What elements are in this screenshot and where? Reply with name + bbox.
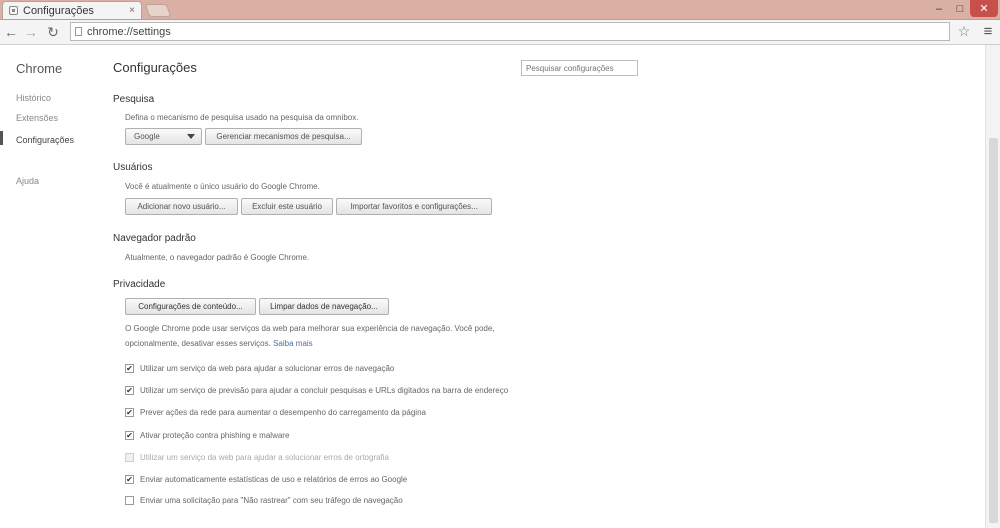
checkbox[interactable]: ✔: [125, 408, 134, 417]
search-section-description: Defina o mecanismo de pesquisa usado na …: [125, 113, 359, 122]
privacy-section-title: Privacidade: [113, 279, 166, 290]
privacy-option-do-not-track[interactable]: Enviar uma solicitação para "Não rastrea…: [125, 496, 403, 505]
scrollbar-thumb[interactable]: [989, 138, 998, 523]
delete-user-button[interactable]: Excluir este usuário: [241, 198, 333, 215]
add-user-button[interactable]: Adicionar novo usuário...: [125, 198, 238, 215]
search-engine-select[interactable]: Google: [125, 128, 202, 145]
checkbox[interactable]: ✔: [125, 386, 134, 395]
checkbox-label: Utilizar um serviço de previsão para aju…: [140, 386, 509, 395]
search-settings-input[interactable]: [521, 60, 638, 76]
clear-browsing-data-button[interactable]: Limpar dados de navegação...: [259, 298, 389, 315]
checkbox: [125, 453, 134, 462]
settings-main: Configurações Pesquisa Defina o mecanism…: [0, 0, 985, 528]
privacy-description-line1: O Google Chrome pode usar serviços da we…: [125, 324, 495, 333]
checkbox[interactable]: ✔: [125, 364, 134, 373]
search-section-title: Pesquisa: [113, 94, 155, 105]
learn-more-link[interactable]: Saiba mais: [273, 339, 313, 348]
users-section-description: Você é atualmente o único usuário do Goo…: [125, 182, 320, 191]
privacy-option-prediction[interactable]: ✔ Utilizar um serviço de previsão para a…: [125, 386, 508, 395]
checkbox-label: Enviar uma solicitação para "Não rastrea…: [140, 496, 403, 505]
users-section-title: Usuários: [113, 162, 153, 173]
dropdown-caret-icon: [187, 134, 195, 139]
privacy-option-phishing[interactable]: ✔ Ativar proteção contra phishing e malw…: [125, 431, 289, 440]
default-browser-section-title: Navegador padrão: [113, 233, 196, 244]
search-engine-selected: Google: [134, 132, 160, 141]
manage-search-engines-button[interactable]: Gerenciar mecanismos de pesquisa...: [205, 128, 362, 145]
default-browser-description: Atualmente, o navegador padrão é Google …: [125, 253, 310, 262]
checkbox-label: Utilizar um serviço da web para ajudar a…: [140, 453, 390, 462]
checkbox-label: Utilizar um serviço da web para ajudar a…: [140, 364, 395, 373]
privacy-option-spelling: Utilizar um serviço da web para ajudar a…: [125, 453, 389, 462]
privacy-option-usage-stats[interactable]: ✔ Enviar automaticamente estatísticas de…: [125, 475, 407, 484]
page-title: Configurações: [113, 60, 197, 75]
import-bookmarks-button[interactable]: Importar favoritos e configurações...: [336, 198, 492, 215]
checkbox-label: Ativar proteção contra phishing e malwar…: [140, 431, 290, 440]
privacy-description-text: opcionalmente, desativar esses serviços.: [125, 339, 271, 348]
checkbox-label: Enviar automaticamente estatísticas de u…: [140, 475, 408, 484]
privacy-option-prefetch[interactable]: ✔ Prever ações da rede para aumentar o d…: [125, 408, 426, 417]
checkbox[interactable]: ✔: [125, 431, 134, 440]
privacy-description-line2: opcionalmente, desativar esses serviços.…: [125, 339, 313, 348]
privacy-option-nav-errors[interactable]: ✔ Utilizar um serviço da web para ajudar…: [125, 364, 394, 373]
checkbox[interactable]: ✔: [125, 475, 134, 484]
checkbox[interactable]: [125, 496, 134, 505]
content-settings-button[interactable]: Configurações de conteúdo...: [125, 298, 256, 315]
page-scrollbar[interactable]: [985, 45, 1000, 528]
checkbox-label: Prever ações da rede para aumentar o des…: [140, 408, 426, 417]
